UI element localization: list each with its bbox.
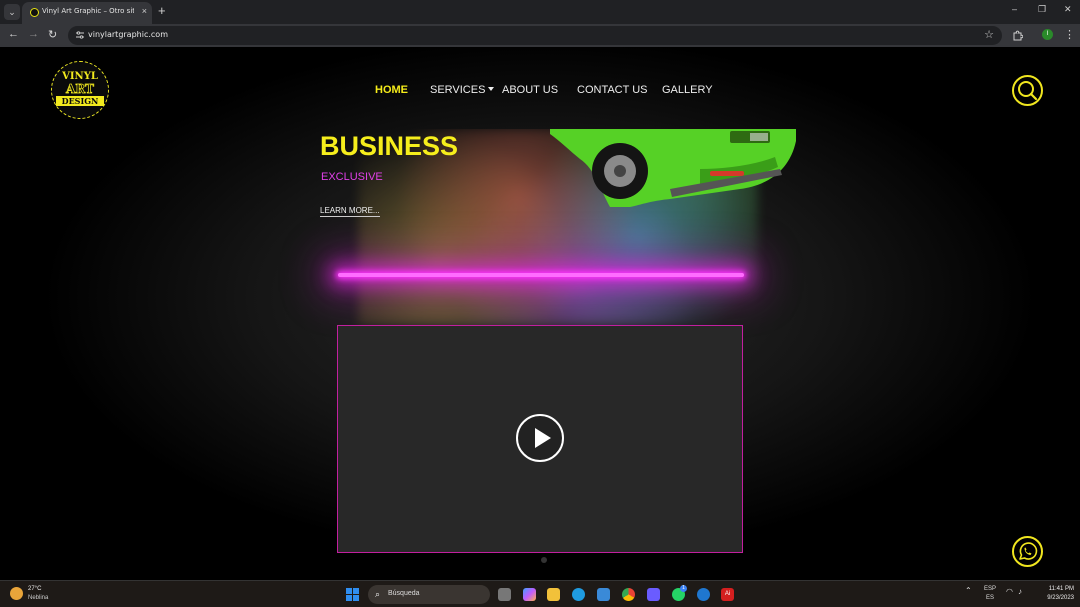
hero-slide: BUSINESS EXCLUSIVE LEARN MORE... — [318, 129, 798, 325]
web-page: VINYL ART DESIGN HOME SERVICES ABOUT US … — [0, 47, 1080, 580]
site-favicon-icon — [30, 8, 39, 17]
browser-menu-icon[interactable]: ⋮ — [1064, 28, 1075, 41]
scroll-indicator — [541, 557, 547, 563]
nav-services-label: SERVICES — [430, 84, 486, 96]
clock-time[interactable]: 11:41 PM — [1038, 586, 1074, 592]
vpn-icon[interactable] — [647, 588, 660, 601]
url-text: vinylartgraphic.com — [88, 30, 168, 39]
play-button[interactable] — [516, 414, 564, 462]
new-tab-button[interactable]: + — [158, 3, 166, 18]
copilot-icon[interactable] — [523, 588, 536, 601]
hero-subtitle: EXCLUSIVE — [321, 171, 383, 183]
logo-text-line1: VINYL — [62, 71, 98, 82]
file-explorer-icon[interactable] — [547, 588, 560, 601]
video-player[interactable] — [337, 325, 743, 553]
site-logo[interactable]: VINYL ART DESIGN — [51, 61, 109, 119]
windows-start-icon[interactable] — [346, 588, 359, 601]
logo-text-line3: DESIGN — [56, 96, 104, 106]
language-code[interactable]: ESP — [984, 586, 996, 592]
volume-icon[interactable]: ♪ — [1018, 587, 1022, 596]
play-icon — [535, 428, 551, 448]
logo-text-line2: ART — [65, 82, 95, 97]
close-window-button[interactable]: ✕ — [1064, 4, 1072, 15]
car-image — [550, 129, 796, 207]
taskbar: 27°C Neblina ⌕ Búsqueda 1 Ai ⌃ ESP ES ◠ … — [0, 580, 1080, 607]
nav-home[interactable]: HOME — [375, 84, 408, 96]
chevron-down-icon — [488, 87, 495, 91]
active-tab[interactable]: Vinyl Art Graphic – Otro sitio n... × — [22, 2, 152, 24]
weather-temperature: 27°C — [28, 586, 42, 592]
tab-title: Vinyl Art Graphic – Otro sitio n... — [42, 7, 134, 15]
back-button[interactable]: ← — [8, 28, 19, 40]
extensions-puzzle-icon[interactable] — [1012, 30, 1023, 41]
learn-more-link[interactable]: LEARN MORE... — [320, 206, 380, 217]
neon-divider — [338, 273, 744, 277]
reload-button[interactable]: ↻ — [48, 28, 57, 41]
store-icon[interactable] — [597, 588, 610, 601]
edge-icon[interactable] — [572, 588, 585, 601]
search-button[interactable] — [1012, 75, 1043, 106]
weather-icon[interactable] — [10, 587, 23, 600]
taskbar-search-placeholder: Búsqueda — [388, 590, 420, 597]
minimize-button[interactable]: – — [1012, 4, 1017, 14]
wifi-icon[interactable]: ◠ — [1006, 587, 1013, 596]
search-icon — [1018, 81, 1038, 101]
taskbar-search-box[interactable]: ⌕ Búsqueda — [368, 585, 490, 604]
search-icon: ⌕ — [375, 589, 381, 599]
whatsapp-icon — [1019, 542, 1038, 560]
restore-button[interactable]: ❐ — [1038, 4, 1046, 15]
chrome-icon[interactable] — [622, 588, 635, 601]
app-icon[interactable] — [697, 588, 710, 601]
profile-avatar[interactable]: I — [1042, 29, 1053, 40]
nav-contact[interactable]: CONTACT US — [577, 84, 648, 96]
nav-about[interactable]: ABOUT US — [502, 84, 558, 96]
hero-title: BUSINESS — [320, 131, 459, 161]
tab-strip: ⌄ Vinyl Art Graphic – Otro sitio n... × … — [0, 0, 1080, 24]
tray-overflow-chevron-icon[interactable]: ⌃ — [965, 586, 972, 595]
tab-search-button[interactable]: ⌄ — [4, 4, 20, 20]
site-info-icon[interactable] — [75, 30, 85, 40]
forward-button[interactable]: → — [28, 28, 39, 40]
task-view-icon[interactable] — [498, 588, 511, 601]
browser-toolbar: ← → ↻ vinylartgraphic.com ☆ ⋮ — [0, 24, 1080, 47]
nav-gallery[interactable]: GALLERY — [662, 84, 713, 96]
weather-condition: Neblina — [28, 595, 49, 601]
bookmark-star-icon[interactable]: ☆ — [984, 28, 994, 41]
nav-services[interactable]: SERVICES — [430, 84, 495, 96]
illustrator-icon[interactable]: Ai — [721, 588, 734, 601]
whatsapp-badge: 1 — [680, 585, 687, 592]
clock-date[interactable]: 9/23/2023 — [1032, 595, 1074, 601]
whatsapp-button[interactable] — [1012, 536, 1043, 567]
address-bar[interactable]: vinylartgraphic.com ☆ — [68, 26, 1002, 45]
tab-close-icon[interactable]: × — [142, 6, 147, 16]
language-region[interactable]: ES — [986, 595, 994, 601]
